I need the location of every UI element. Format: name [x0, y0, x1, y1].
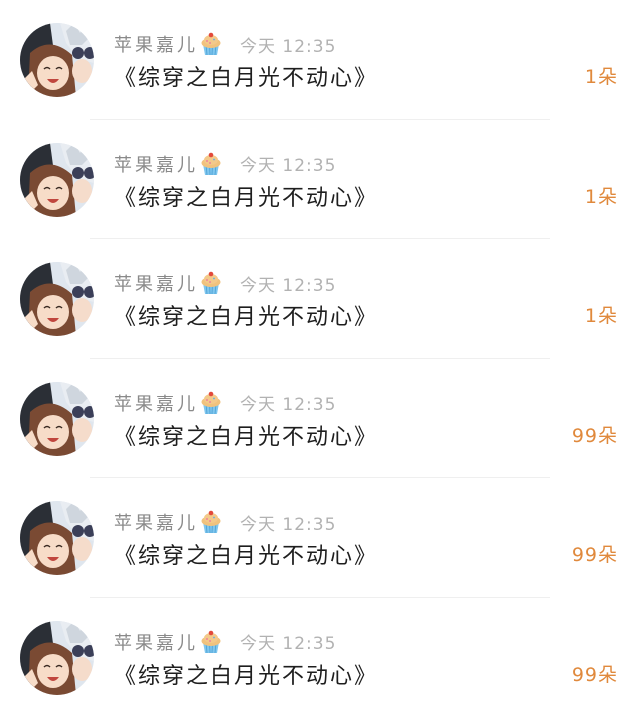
cupcake-icon: [200, 32, 222, 56]
gift-count: 1朵: [585, 182, 618, 209]
list-item[interactable]: 苹果嘉儿 今天 12:35 《综穿之白月光不动心》 99朵: [0, 478, 640, 598]
cupcake-icon: [200, 630, 222, 654]
book-title[interactable]: 《综穿之白月光不动心》: [114, 419, 378, 451]
list-item[interactable]: 苹果嘉儿 今天 12:35 《综穿之白月光不动心》 1朵: [0, 120, 640, 240]
record-meta: 苹果嘉儿 今天 12:35: [114, 31, 336, 57]
list-item[interactable]: 苹果嘉儿 今天 12:35 《综穿之白月光不动心》 99朵: [0, 598, 640, 717]
gift-count: 99朵: [572, 421, 618, 448]
user-name[interactable]: 苹果嘉儿: [114, 509, 198, 535]
avatar[interactable]: [20, 262, 94, 336]
gift-count: 99朵: [572, 540, 618, 567]
cupcake-icon: [200, 271, 222, 295]
user-name[interactable]: 苹果嘉儿: [114, 629, 198, 655]
timestamp: 今天 12:35: [240, 151, 336, 176]
book-title[interactable]: 《综穿之白月光不动心》: [114, 180, 378, 212]
gift-count: 99朵: [572, 660, 618, 687]
timestamp: 今天 12:35: [240, 629, 336, 654]
record-meta: 苹果嘉儿 今天 12:35: [114, 509, 336, 535]
avatar[interactable]: [20, 621, 94, 695]
cupcake-icon: [200, 152, 222, 176]
gift-count: 1朵: [585, 301, 618, 328]
gift-record-list: 苹果嘉儿 今天 12:35 《综穿之白月光不动心》 1朵: [0, 0, 640, 717]
record-meta: 苹果嘉儿 今天 12:35: [114, 390, 336, 416]
book-title[interactable]: 《综穿之白月光不动心》: [114, 299, 378, 331]
cupcake-icon: [200, 391, 222, 415]
user-name[interactable]: 苹果嘉儿: [114, 31, 198, 57]
avatar[interactable]: [20, 143, 94, 217]
book-title[interactable]: 《综穿之白月光不动心》: [114, 538, 378, 570]
book-title[interactable]: 《综穿之白月光不动心》: [114, 658, 378, 690]
record-meta: 苹果嘉儿 今天 12:35: [114, 270, 336, 296]
user-name[interactable]: 苹果嘉儿: [114, 390, 198, 416]
timestamp: 今天 12:35: [240, 32, 336, 57]
avatar[interactable]: [20, 382, 94, 456]
book-title[interactable]: 《综穿之白月光不动心》: [114, 60, 378, 92]
timestamp: 今天 12:35: [240, 390, 336, 415]
timestamp: 今天 12:35: [240, 510, 336, 535]
record-meta: 苹果嘉儿 今天 12:35: [114, 151, 336, 177]
list-item[interactable]: 苹果嘉儿 今天 12:35 《综穿之白月光不动心》 99朵: [0, 359, 640, 479]
timestamp: 今天 12:35: [240, 271, 336, 296]
user-name[interactable]: 苹果嘉儿: [114, 151, 198, 177]
cupcake-icon: [200, 510, 222, 534]
user-name[interactable]: 苹果嘉儿: [114, 270, 198, 296]
list-item[interactable]: 苹果嘉儿 今天 12:35 《综穿之白月光不动心》 1朵: [0, 239, 640, 359]
record-meta: 苹果嘉儿 今天 12:35: [114, 629, 336, 655]
avatar[interactable]: [20, 501, 94, 575]
list-item[interactable]: 苹果嘉儿 今天 12:35 《综穿之白月光不动心》 1朵: [0, 0, 640, 120]
gift-count: 1朵: [585, 62, 618, 89]
avatar[interactable]: [20, 23, 94, 97]
